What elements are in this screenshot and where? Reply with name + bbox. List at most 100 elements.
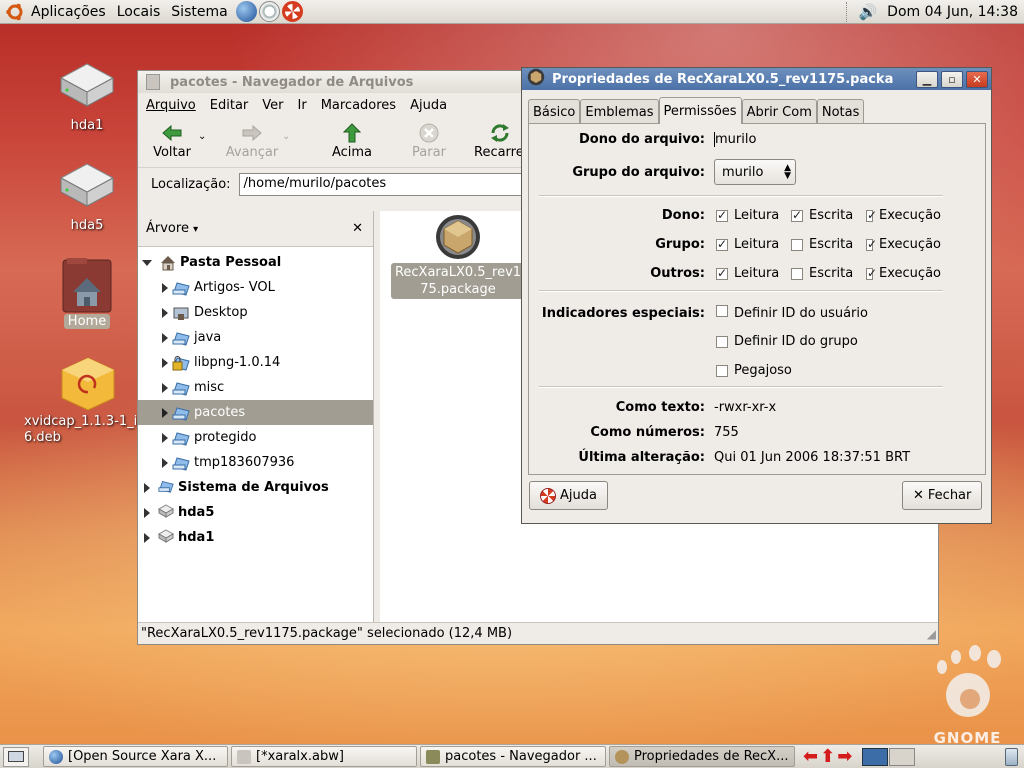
close-side-pane-button[interactable]: ✕ — [352, 221, 363, 236]
reload-button[interactable]: Recarre — [474, 121, 524, 160]
desktop-icon-label: hda1 — [70, 118, 104, 133]
tree-item-filesystem[interactable]: Sistema de Arquivos — [138, 475, 373, 500]
tree-item[interactable]: libpng-1.0.14 — [138, 350, 373, 375]
back-history-chevron-icon[interactable]: ⌄ — [198, 131, 218, 142]
show-desktop-button[interactable] — [3, 746, 29, 767]
owner-value[interactable]: murilo — [714, 132, 756, 147]
group-exec-checkbox[interactable]: Execução — [866, 237, 941, 252]
trash-icon[interactable] — [1005, 747, 1018, 766]
expander-icon[interactable] — [162, 457, 168, 468]
others-write-checkbox[interactable]: Escrita — [791, 266, 866, 281]
expander-icon[interactable] — [162, 357, 168, 368]
mail-client-icon[interactable] — [258, 1, 280, 22]
tab-basic[interactable]: Básico — [528, 99, 581, 124]
expander-icon[interactable] — [162, 382, 168, 393]
desktop-icon-deb[interactable]: xvidcap_1.1.3-1_i 6.deb — [20, 356, 156, 446]
taskbar-item-browser[interactable]: [Open Source Xara X... — [43, 746, 228, 767]
tree-item-hda5[interactable]: hda5 — [138, 500, 373, 525]
others-exec-checkbox[interactable]: Execução — [866, 266, 941, 281]
forward-button[interactable]: Avançar — [222, 121, 282, 160]
taskbar-item-file-browser[interactable]: pacotes - Navegador ... — [420, 746, 606, 767]
expander-icon[interactable] — [162, 432, 168, 443]
file-label: RecXaraLX0.5_rev1 — [394, 265, 522, 280]
tree-item-home[interactable]: Pasta Pessoal — [138, 250, 373, 275]
menu-view[interactable]: Ver — [262, 98, 283, 113]
status-text: "RecXaraLX0.5_rev1175.package" seleciona… — [141, 626, 513, 641]
desktop-icon-hda5[interactable]: hda5 — [42, 160, 132, 233]
desktop-icon-label: Home — [63, 314, 111, 329]
workspace-arrows[interactable]: ⬅ ⬆ ➡ — [803, 747, 852, 766]
expander-open-icon[interactable] — [142, 259, 152, 266]
desktop-icon-hda1[interactable]: hda1 — [42, 60, 132, 133]
menu-bookmarks[interactable]: Marcadores — [321, 98, 396, 113]
expander-icon[interactable] — [162, 332, 168, 343]
help-lifebuoy-icon[interactable] — [281, 1, 303, 22]
workspace-switcher[interactable] — [862, 747, 916, 766]
owner-read-checkbox[interactable]: Leitura — [716, 208, 791, 223]
close-button[interactable]: ✕ Fechar — [902, 481, 983, 510]
side-pane-selector[interactable]: Árvore ▾ — [146, 221, 198, 236]
menu-go[interactable]: Ir — [298, 98, 307, 113]
tab-permissions[interactable]: Permissões — [658, 97, 742, 124]
desktop-folder-icon — [172, 305, 190, 321]
expander-icon[interactable] — [144, 482, 150, 493]
file-item[interactable]: RecXaraLX0.5_rev1 75.package — [391, 213, 525, 299]
tree-item[interactable]: protegido — [138, 425, 373, 450]
sticky-checkbox[interactable]: Pegajoso — [716, 363, 792, 378]
expander-icon[interactable] — [144, 507, 150, 518]
expander-icon[interactable] — [162, 307, 168, 318]
desktop-icon-label: xvidcap_1.1.3-1_i 6.deb — [24, 414, 138, 445]
properties-dialog: Propriedades de RecXaraLX0.5_rev1175.pac… — [521, 67, 992, 524]
menu-places[interactable]: Locais — [117, 4, 161, 20]
taskbar-item-abiword[interactable]: [*xaralx.abw] — [231, 746, 417, 767]
help-button[interactable]: Ajuda — [529, 481, 608, 510]
tab-open-with[interactable]: Abrir Com — [741, 99, 817, 124]
menu-file[interactable]: Arquivo — [146, 98, 196, 113]
group-write-checkbox[interactable]: Escrita — [791, 237, 866, 252]
others-read-checkbox[interactable]: Leitura — [716, 266, 791, 281]
resize-grip-icon[interactable]: ◢ — [927, 627, 936, 641]
group-select[interactable]: murilo ▲ ▼ — [714, 159, 796, 185]
dialog-titlebar[interactable]: Propriedades de RecXaraLX0.5_rev1175.pac… — [522, 68, 991, 90]
menu-applications[interactable]: Aplicações — [31, 4, 106, 20]
clock[interactable]: Dom 04 Jun, 14:38 — [887, 4, 1018, 20]
owner-write-checkbox[interactable]: Escrita — [791, 208, 866, 223]
minimize-button[interactable]: ▁ — [916, 70, 938, 88]
expander-icon[interactable] — [162, 407, 168, 418]
expander-icon[interactable] — [162, 282, 168, 293]
tree-item[interactable]: misc — [138, 375, 373, 400]
location-input[interactable]: /home/murilo/pacotes — [238, 173, 539, 196]
tab-notes[interactable]: Notas — [816, 99, 865, 124]
close-window-button[interactable]: ✕ — [966, 70, 988, 88]
ubuntu-logo-icon[interactable] — [5, 2, 25, 22]
group-read-checkbox[interactable]: Leitura — [716, 237, 791, 252]
menu-system[interactable]: Sistema — [171, 4, 227, 20]
volume-icon[interactable]: 🔊 — [858, 3, 877, 21]
setgid-checkbox[interactable]: Definir ID do grupo — [716, 334, 858, 349]
tab-emblems[interactable]: Emblemas — [580, 99, 659, 124]
tree-item[interactable]: java — [138, 325, 373, 350]
tree-item-hda1[interactable]: hda1 — [138, 525, 373, 550]
workspace-1[interactable] — [862, 747, 889, 766]
tree-item[interactable]: tmp183607936 — [138, 450, 373, 475]
owner-label: Dono do arquivo: — [578, 132, 705, 147]
web-browser-icon[interactable] — [235, 1, 257, 22]
maximize-button[interactable]: ▫ — [941, 70, 963, 88]
menu-help[interactable]: Ajuda — [410, 98, 447, 113]
owner-exec-checkbox[interactable]: Execução — [866, 208, 941, 223]
expander-icon[interactable] — [144, 532, 150, 543]
desktop-icon-home[interactable]: Home — [42, 256, 132, 329]
tree-item[interactable]: Desktop — [138, 300, 373, 325]
tree-item-selected[interactable]: pacotes — [138, 400, 373, 425]
up-button[interactable]: Acima — [322, 121, 382, 160]
menu-edit[interactable]: Editar — [210, 98, 249, 113]
stop-button[interactable]: Parar — [404, 121, 454, 160]
reload-icon — [488, 121, 512, 145]
workspace-2[interactable] — [889, 747, 916, 766]
back-button[interactable]: Voltar — [146, 121, 198, 160]
taskbar-item-properties[interactable]: Propriedades de RecX... — [609, 746, 795, 767]
forward-arrow-icon — [240, 121, 264, 145]
tree-item[interactable]: Artigos- VOL — [138, 275, 373, 300]
setuid-checkbox[interactable]: Definir ID do usuário — [716, 305, 868, 321]
desktop-icon-label: hda5 — [70, 218, 104, 233]
